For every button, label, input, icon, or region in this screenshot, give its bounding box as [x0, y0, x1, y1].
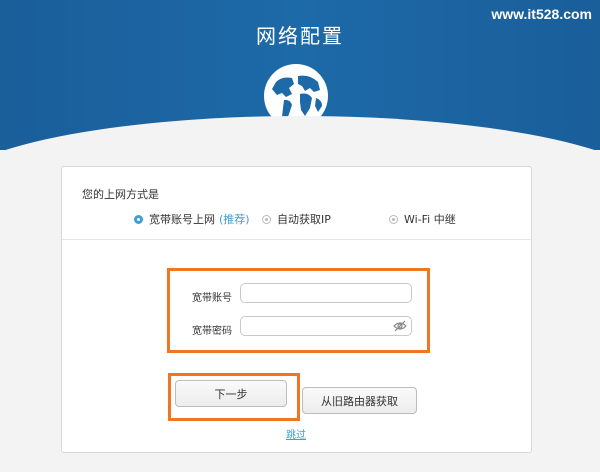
next-highlight: 下一步 [168, 373, 300, 421]
page-title: 网络配置 [256, 24, 344, 48]
setup-card: 您的上网方式是 宽带账号上网 (推荐) 自动获取IP Wi-Fi 中继 宽带账号… [61, 166, 532, 453]
header-banner: 网络配置 www.it528.com [0, 0, 600, 196]
account-input[interactable] [240, 283, 412, 303]
radio-wifi-relay-label: Wi-Fi 中继 [404, 213, 456, 226]
watermark: www.it528.com [491, 6, 592, 22]
radio-dhcp-label: 自动获取IP [277, 213, 331, 226]
radio-pppoe-label: 宽带账号上网 [149, 213, 215, 226]
radio-unselected-icon [262, 214, 271, 224]
password-input[interactable] [240, 316, 412, 336]
connection-question: 您的上网方式是 [82, 188, 159, 201]
radio-dhcp[interactable]: 自动获取IP [262, 211, 331, 227]
radio-wifi-relay[interactable]: Wi-Fi 中继 [389, 211, 456, 227]
radio-selected-icon [134, 214, 143, 224]
password-label: 宽带密码 [192, 326, 232, 337]
recommended-badge: (推荐) [219, 213, 250, 226]
divider [62, 239, 531, 240]
radio-pppoe[interactable]: 宽带账号上网 (推荐) [134, 211, 250, 227]
account-label: 宽带账号 [192, 293, 232, 304]
import-from-old-router-button[interactable]: 从旧路由器获取 [302, 387, 417, 414]
radio-unselected-icon [389, 214, 398, 224]
next-button[interactable]: 下一步 [175, 380, 287, 407]
skip-link[interactable]: 跳过 [286, 426, 306, 441]
credentials-highlight: 宽带账号 宽带密码 [167, 268, 430, 353]
eye-icon[interactable] [393, 320, 407, 332]
